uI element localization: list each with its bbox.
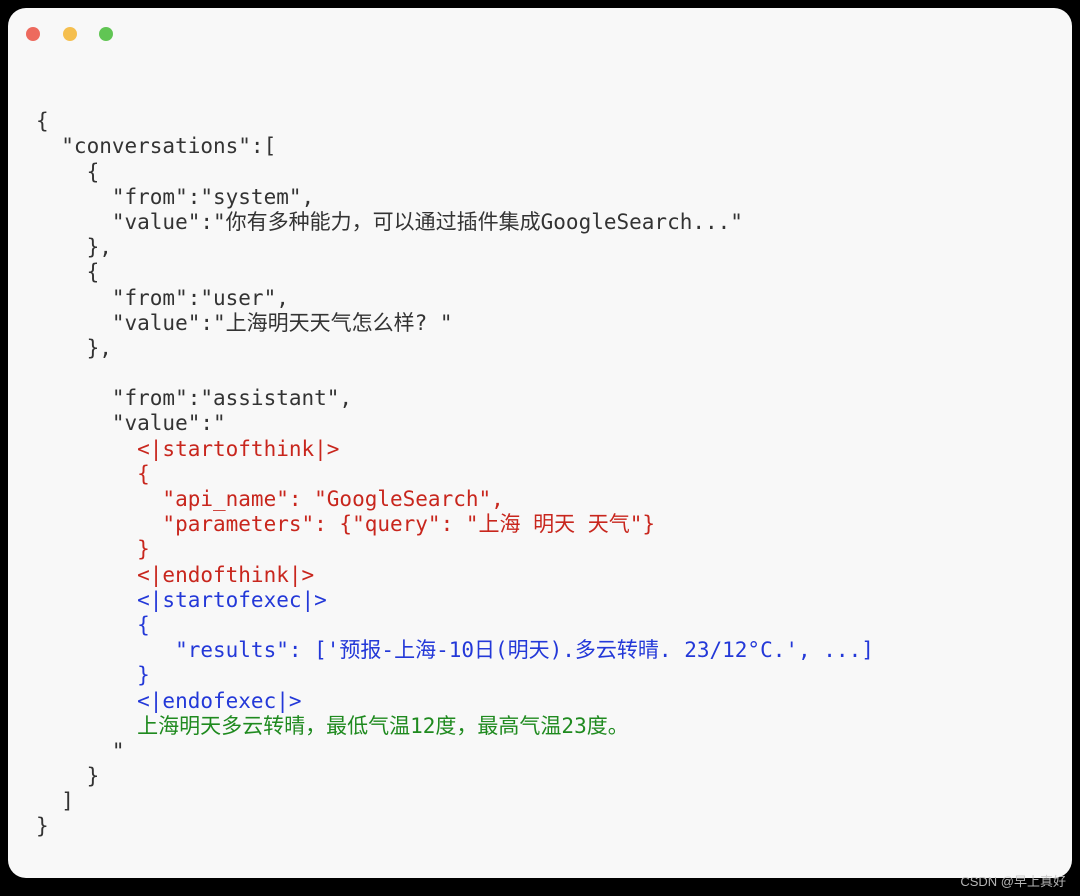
exec-line: <|endofexec|> [36,689,302,713]
code-line: }, [36,336,112,360]
code-window: { "conversations":[ { "from":"system", "… [8,8,1072,878]
code-line: { [36,160,99,184]
code-line: { [36,109,49,133]
exec-line: <|startofexec|> [36,588,327,612]
code-line: "conversations":[ [36,134,276,158]
code-line: "value":"你有多种能力，可以通过插件集成GoogleSearch..." [36,210,743,234]
code-line: "value":"上海明天天气怎么样? " [36,311,453,335]
exec-line: { [36,613,150,637]
close-icon[interactable] [26,27,40,41]
think-line: "parameters": {"query": "上海 明天 天气"} [36,512,655,536]
exec-line: } [36,663,150,687]
watermark-text: CSDN @早上真好 [960,874,1066,890]
think-line: <|startofthink|> [36,437,339,461]
window-titlebar [8,8,1072,66]
code-line: } [36,764,99,788]
answer-line: 上海明天多云转晴，最低气温12度，最高气温23度。 [36,714,629,738]
code-line: "from":"user", [36,286,289,310]
code-line: "value":" [36,411,226,435]
think-line: "api_name": "GoogleSearch", [36,487,504,511]
code-line: } [36,814,49,838]
think-line: <|endofthink|> [36,563,314,587]
code-line: "from":"system", [36,185,314,209]
think-line: { [36,462,150,486]
code-line: ] [36,789,74,813]
code-line: " [36,739,125,763]
code-block: { "conversations":[ { "from":"system", "… [8,66,1072,875]
exec-line: "results": ['预报-上海-10日(明天).多云转晴. 23/12°C… [36,638,874,662]
minimize-icon[interactable] [63,27,77,41]
code-line: }, [36,235,112,259]
code-line: { [36,260,99,284]
zoom-icon[interactable] [99,27,113,41]
code-line: "from":"assistant", [36,386,352,410]
think-line: } [36,537,150,561]
